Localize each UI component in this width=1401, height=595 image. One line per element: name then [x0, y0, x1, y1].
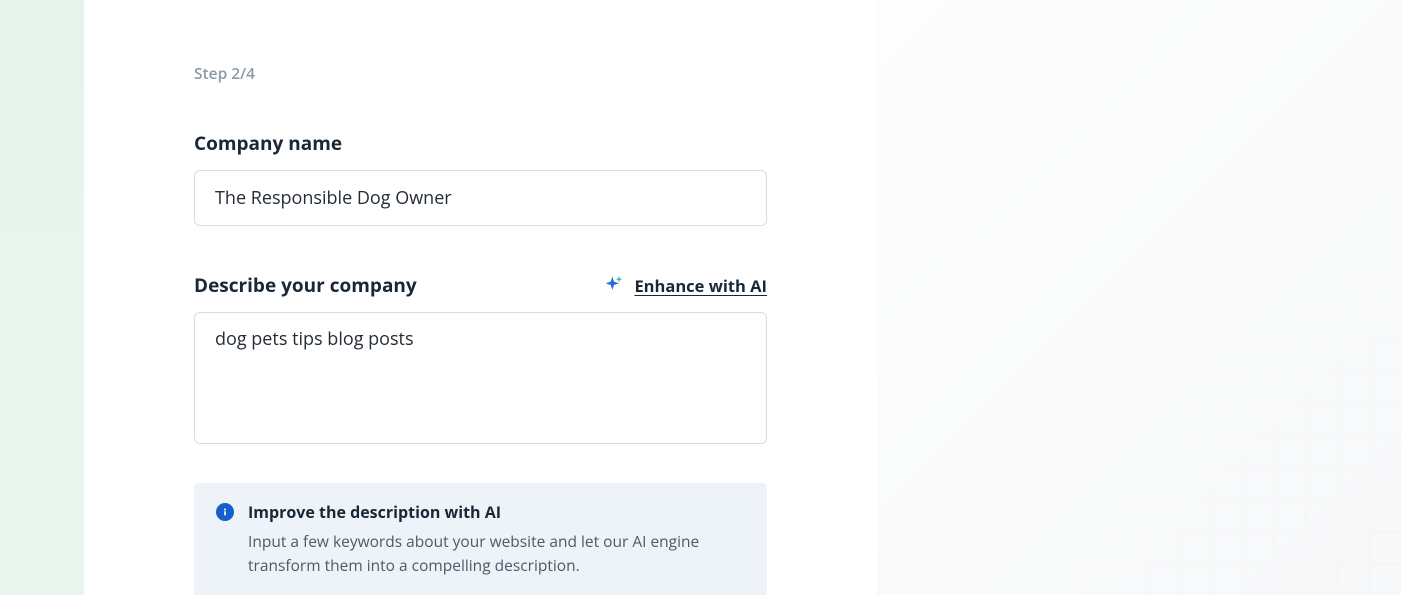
ai-info-body: Input a few keywords about your website … [248, 529, 745, 577]
company-describe-textarea[interactable] [194, 312, 767, 444]
ai-info-box: Improve the description with AI Input a … [194, 483, 767, 595]
company-name-label: Company name [194, 130, 767, 156]
company-name-section: Company name [194, 130, 767, 226]
preview-panel [877, 0, 1401, 595]
enhance-with-ai-button[interactable]: Enhance with AI [604, 274, 767, 297]
left-gutter [0, 0, 84, 595]
enhance-with-ai-label: Enhance with AI [634, 274, 767, 297]
sparkle-icon [604, 275, 624, 295]
ai-info-title: Improve the description with AI [248, 501, 745, 523]
info-icon [216, 503, 234, 521]
company-describe-section: Describe your company Enhance with AI [194, 272, 767, 449]
company-name-input[interactable] [194, 170, 767, 226]
form-panel: Step 2/4 Company name Describe your comp… [84, 0, 877, 595]
step-indicator: Step 2/4 [194, 62, 767, 84]
company-describe-label: Describe your company [194, 272, 417, 298]
